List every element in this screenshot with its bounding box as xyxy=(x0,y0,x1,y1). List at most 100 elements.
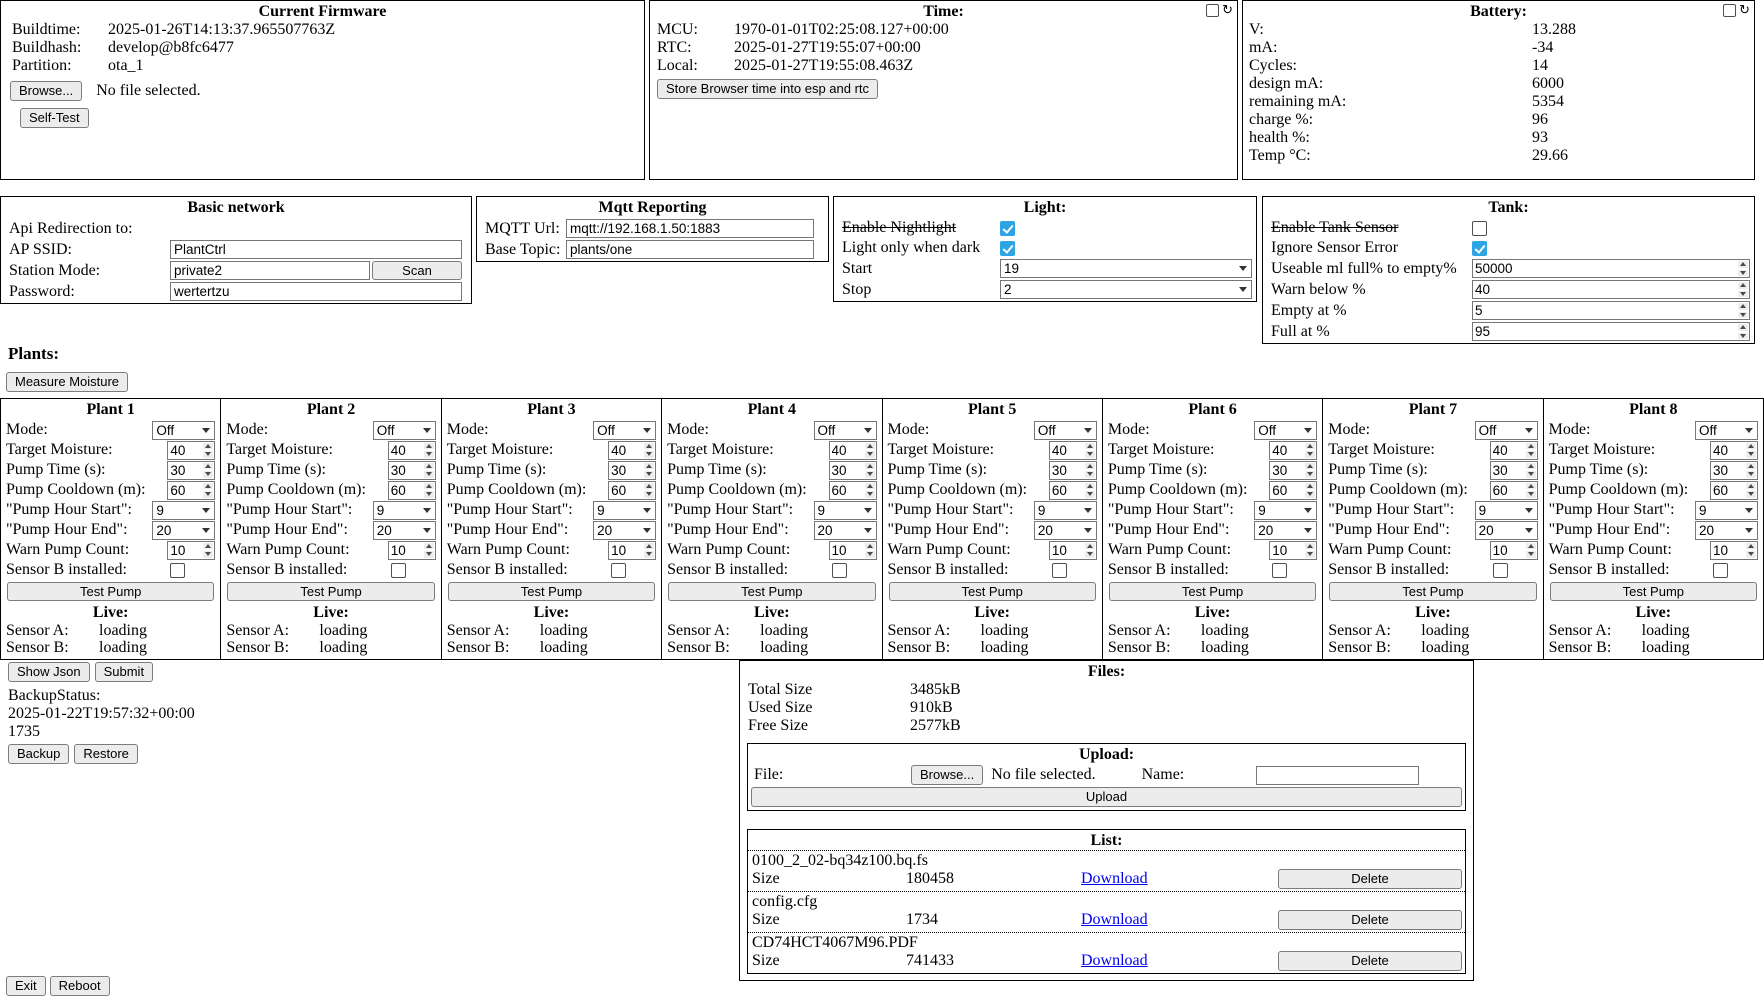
password-input[interactable] xyxy=(170,282,462,301)
test-pump-button[interactable]: Test Pump xyxy=(1109,582,1316,601)
target-moisture-input[interactable] xyxy=(609,442,643,459)
spin-down-icon[interactable] xyxy=(203,451,213,458)
station-mode-input[interactable] xyxy=(170,261,370,280)
plant-mode-select[interactable]: Off xyxy=(1254,421,1317,440)
submit-button[interactable]: Submit xyxy=(95,662,153,682)
spin-up-icon[interactable] xyxy=(1738,282,1748,289)
backup-button[interactable]: Backup xyxy=(8,744,69,764)
spin-up-icon[interactable] xyxy=(1738,324,1748,331)
warn-pump-count-input[interactable] xyxy=(389,542,423,559)
sensor-b-installed-checkbox[interactable] xyxy=(170,563,185,578)
spin-down-icon[interactable] xyxy=(1085,551,1095,558)
spin-up-icon[interactable] xyxy=(865,443,875,450)
pump-cooldown-input[interactable] xyxy=(1711,482,1745,499)
spin-down-icon[interactable] xyxy=(1085,471,1095,478)
api-redirection-input[interactable] xyxy=(170,219,462,238)
spin-up-icon[interactable] xyxy=(1305,543,1315,550)
sensor-b-installed-checkbox[interactable] xyxy=(611,563,626,578)
spin-down-icon[interactable] xyxy=(1305,451,1315,458)
pump-cooldown-input[interactable] xyxy=(1491,482,1525,499)
spin-down-icon[interactable] xyxy=(1085,491,1095,498)
spin-down-icon[interactable] xyxy=(424,471,434,478)
spin-up-icon[interactable] xyxy=(1305,483,1315,490)
spin-down-icon[interactable] xyxy=(644,491,654,498)
spin-down-icon[interactable] xyxy=(644,471,654,478)
plant-mode-select[interactable]: Off xyxy=(152,421,215,440)
spin-up-icon[interactable] xyxy=(1305,463,1315,470)
pump-hour-end-select[interactable]: 20 xyxy=(1034,521,1097,540)
test-pump-button[interactable]: Test Pump xyxy=(1550,582,1757,601)
spin-down-icon[interactable] xyxy=(1738,312,1748,319)
ap-ssid-input[interactable] xyxy=(170,240,462,259)
spin-up-icon[interactable] xyxy=(1746,443,1756,450)
test-pump-button[interactable]: Test Pump xyxy=(668,582,875,601)
spin-down-icon[interactable] xyxy=(644,551,654,558)
spin-down-icon[interactable] xyxy=(1085,451,1095,458)
upload-name-input[interactable] xyxy=(1256,766,1419,785)
pump-hour-end-select[interactable]: 20 xyxy=(373,521,436,540)
pump-hour-end-select[interactable]: 20 xyxy=(1475,521,1538,540)
time-refresh-icon[interactable]: ↻ xyxy=(1222,4,1233,17)
spin-down-icon[interactable] xyxy=(1526,491,1536,498)
pump-hour-start-select[interactable]: 9 xyxy=(152,501,215,520)
show-json-button[interactable]: Show Json xyxy=(8,662,90,682)
time-auto-refresh-checkbox[interactable] xyxy=(1206,4,1219,17)
pump-hour-start-select[interactable]: 9 xyxy=(593,501,656,520)
spin-down-icon[interactable] xyxy=(1526,451,1536,458)
full-at-input[interactable] xyxy=(1473,323,1737,340)
pump-hour-end-select[interactable]: 20 xyxy=(152,521,215,540)
delete-button[interactable]: Delete xyxy=(1278,869,1462,889)
pump-hour-start-select[interactable]: 9 xyxy=(373,501,436,520)
download-link[interactable]: Download xyxy=(1081,911,1275,929)
light-start-select[interactable]: 19 xyxy=(1000,259,1252,278)
pump-hour-start-select[interactable]: 9 xyxy=(1254,501,1317,520)
spin-up-icon[interactable] xyxy=(1746,543,1756,550)
target-moisture-input[interactable] xyxy=(1270,442,1304,459)
spin-up-icon[interactable] xyxy=(1526,483,1536,490)
spin-down-icon[interactable] xyxy=(865,471,875,478)
spin-up-icon[interactable] xyxy=(1746,463,1756,470)
spin-down-icon[interactable] xyxy=(1746,491,1756,498)
enable-tank-sensor-checkbox[interactable] xyxy=(1472,221,1487,236)
pump-cooldown-input[interactable] xyxy=(1270,482,1304,499)
light-only-dark-checkbox[interactable] xyxy=(1000,241,1015,256)
mqtt-url-input[interactable] xyxy=(566,219,814,238)
pump-hour-end-select[interactable]: 20 xyxy=(593,521,656,540)
reboot-button[interactable]: Reboot xyxy=(50,976,110,996)
spin-up-icon[interactable] xyxy=(644,543,654,550)
spin-up-icon[interactable] xyxy=(644,483,654,490)
download-link[interactable]: Download xyxy=(1081,952,1275,970)
warn-pump-count-input[interactable] xyxy=(1050,542,1084,559)
pump-time-input[interactable] xyxy=(1711,462,1745,479)
pump-time-input[interactable] xyxy=(389,462,423,479)
spin-up-icon[interactable] xyxy=(865,543,875,550)
pump-hour-start-select[interactable]: 9 xyxy=(1034,501,1097,520)
test-pump-button[interactable]: Test Pump xyxy=(448,582,655,601)
warn-below-input[interactable] xyxy=(1473,281,1737,298)
spin-up-icon[interactable] xyxy=(203,543,213,550)
target-moisture-input[interactable] xyxy=(389,442,423,459)
download-link[interactable]: Download xyxy=(1081,870,1275,888)
warn-pump-count-input[interactable] xyxy=(830,542,864,559)
delete-button[interactable]: Delete xyxy=(1278,951,1462,971)
battery-refresh-icon[interactable]: ↻ xyxy=(1739,4,1750,17)
spin-up-icon[interactable] xyxy=(1526,543,1536,550)
self-test-button[interactable]: Self-Test xyxy=(20,108,89,128)
pump-time-input[interactable] xyxy=(1491,462,1525,479)
delete-button[interactable]: Delete xyxy=(1278,910,1462,930)
test-pump-button[interactable]: Test Pump xyxy=(889,582,1096,601)
spin-down-icon[interactable] xyxy=(1305,471,1315,478)
spin-up-icon[interactable] xyxy=(1085,443,1095,450)
sensor-b-installed-checkbox[interactable] xyxy=(1713,563,1728,578)
target-moisture-input[interactable] xyxy=(1711,442,1745,459)
firmware-browse-button[interactable]: Browse... xyxy=(10,81,82,101)
test-pump-button[interactable]: Test Pump xyxy=(227,582,434,601)
pump-time-input[interactable] xyxy=(1050,462,1084,479)
spin-up-icon[interactable] xyxy=(424,543,434,550)
ignore-sensor-error-checkbox[interactable] xyxy=(1472,241,1487,256)
spin-down-icon[interactable] xyxy=(865,551,875,558)
pump-time-input[interactable] xyxy=(1270,462,1304,479)
base-topic-input[interactable] xyxy=(566,240,814,259)
spin-down-icon[interactable] xyxy=(424,451,434,458)
pump-hour-end-select[interactable]: 20 xyxy=(1254,521,1317,540)
